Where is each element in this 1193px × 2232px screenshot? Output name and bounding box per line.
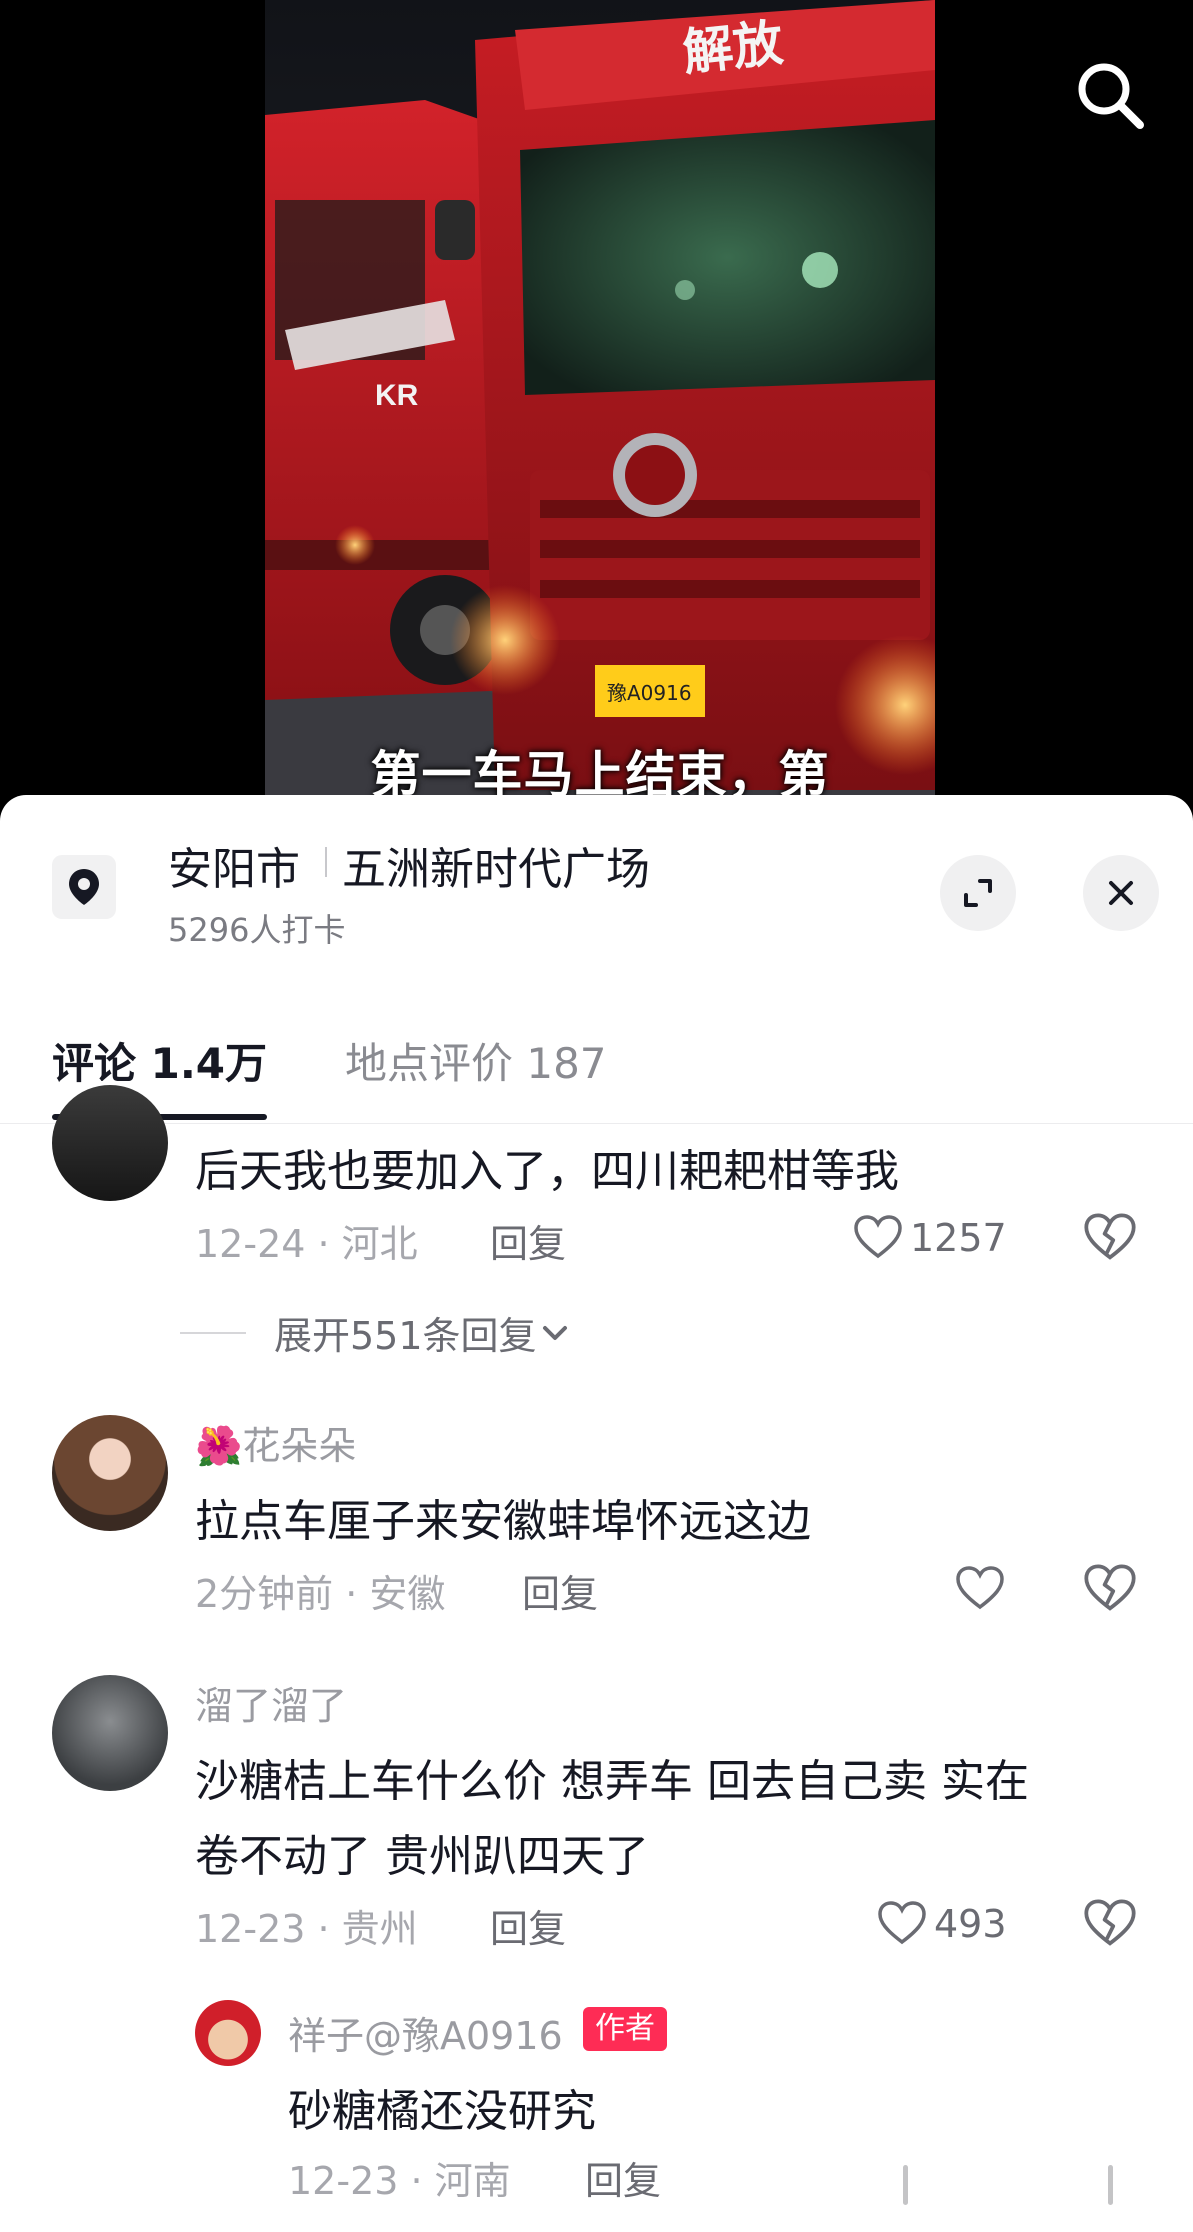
broken-heart-icon (1084, 1564, 1136, 1611)
bottom-bar-indicator (1108, 2165, 1113, 2205)
heart-icon (854, 1215, 902, 1259)
location-separator (325, 847, 327, 877)
video-frame[interactable]: KR 解放 豫A0916 (265, 0, 935, 800)
expand-icon (964, 879, 992, 907)
dislike-button[interactable] (1082, 1561, 1138, 1617)
search-button[interactable] (1070, 55, 1150, 135)
close-button[interactable] (1083, 855, 1159, 931)
reply-meta: 12-23 · 河南 (288, 2159, 511, 2203)
comment-text: 后天我也要加入了，四川耙耙柑等我 (195, 1146, 899, 1197)
comment-sheet: 安阳市 五洲新时代广场 5296人打卡 评论 1.4万 地点评价 187 后天我… (0, 795, 1193, 2232)
location-pin-icon (69, 869, 99, 905)
location-city[interactable]: 安阳市 (168, 833, 300, 897)
license-plate: 豫A0916 (607, 681, 692, 705)
comment-author[interactable]: 溜了溜了 (195, 1675, 347, 1730)
tab-comments[interactable]: 评论 1.4万 (52, 1030, 267, 1091)
author-badge: 作者 (583, 2007, 667, 2051)
like-button[interactable]: 1257 (852, 1210, 1007, 1266)
heart-icon (956, 1566, 1004, 1610)
close-icon (1109, 881, 1133, 905)
expand-line (180, 1331, 246, 1334)
heart-icon (878, 1901, 926, 1945)
like-button[interactable] (954, 1561, 1006, 1617)
expand-button[interactable] (940, 855, 1016, 931)
svg-text:解放: 解放 (680, 13, 786, 82)
reply-button[interactable]: 回复 (522, 1563, 598, 1618)
reply-button[interactable]: 回复 (490, 1213, 566, 1268)
comment-meta: 12-23 · 贵州 (195, 1907, 418, 1951)
video-truck-image: KR 解放 豫A0916 (265, 0, 935, 800)
comment-meta: 2分钟前 · 安徽 (195, 1572, 446, 1616)
location-pin-tile (52, 855, 116, 919)
dislike-button[interactable] (1082, 1896, 1138, 1952)
comment-text-line: 卷不动了 贵州趴四天了 (195, 1831, 649, 1882)
tab-location-reviews[interactable]: 地点评价 187 (345, 1030, 607, 1091)
like-count: 1257 (910, 1216, 1007, 1260)
tab-divider (0, 1123, 1193, 1124)
svg-text:KR: KR (375, 379, 419, 412)
bottom-bar-indicator (903, 2165, 908, 2205)
checkin-count: 5296人打卡 (168, 911, 346, 949)
reply-button[interactable]: 回复 (585, 2150, 661, 2205)
like-count: 493 (934, 1902, 1007, 1946)
avatar[interactable] (52, 1085, 168, 1201)
avatar[interactable] (52, 1675, 168, 1791)
dislike-button[interactable] (1082, 1210, 1138, 1266)
reply-button[interactable]: 回复 (490, 1898, 566, 1953)
chevron-down-icon (542, 1325, 567, 1340)
search-icon (1078, 63, 1144, 129)
comment-text: 拉点车厘子来安徽蚌埠怀远这边 (195, 1496, 811, 1547)
reply-text: 砂糖橘还没研究 (288, 2086, 596, 2137)
broken-heart-icon (1084, 1213, 1136, 1260)
broken-heart-icon (1084, 1899, 1136, 1946)
avatar[interactable] (195, 2000, 261, 2066)
expand-replies-label: 展开551条回复 (274, 1314, 537, 1358)
comment-author[interactable]: 🌺花朵朵 (195, 1415, 356, 1470)
avatar[interactable] (52, 1415, 168, 1531)
comment-text-line: 沙糖桔上车什么价 想弄车 回去自己卖 实在 (195, 1756, 1029, 1807)
location-place[interactable]: 五洲新时代广场 (342, 833, 650, 897)
like-button[interactable]: 493 (876, 1896, 1007, 1952)
expand-replies[interactable]: 展开551条回复 (180, 1305, 573, 1360)
comment-meta: 12-24 · 河北 (195, 1222, 418, 1266)
video-player[interactable]: KR 解放 豫A0916 第一车马上结束，第 (0, 0, 1193, 804)
reply-author[interactable]: 祥子@豫A0916 (288, 2005, 563, 2060)
